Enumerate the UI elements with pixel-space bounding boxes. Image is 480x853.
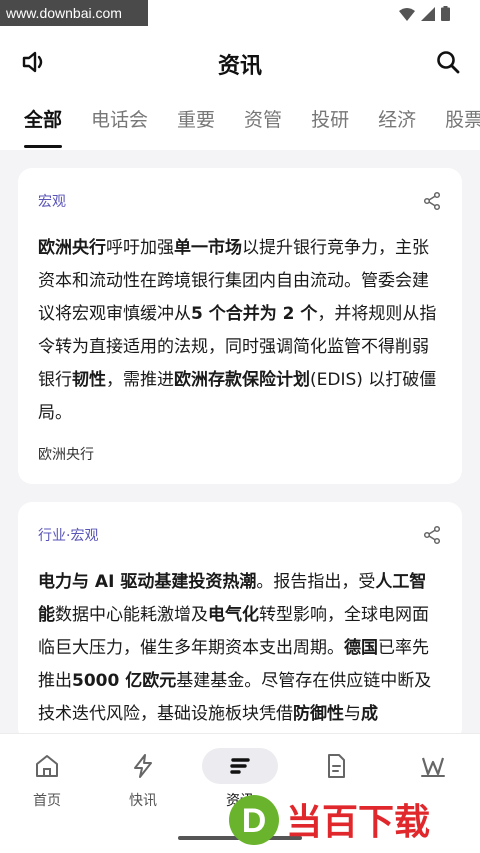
- nav-brand[interactable]: [393, 752, 473, 790]
- news-card[interactable]: 行业·宏观 电力与 AI 驱动基建投资热潮。报告指出，受人工智能数据中心能耗激增…: [18, 502, 462, 742]
- nav-label: 快讯: [129, 793, 157, 809]
- document-icon: [328, 754, 345, 778]
- body-text: 与: [344, 704, 361, 724]
- highlight-text: 德国: [344, 638, 378, 658]
- page-title: 资讯: [217, 54, 262, 79]
- highlight-text: 电力与 AI 驱动基建投资热潮: [38, 572, 257, 592]
- highlight-text: 单一市场: [174, 238, 242, 258]
- status-icons: [399, 6, 450, 21]
- tab-all[interactable]: 全部: [24, 98, 63, 150]
- news-card[interactable]: 宏观 欧洲央行呼吁加强单一市场以提升银行竞争力，主张资本和流动性在跨境银行集团内…: [18, 168, 462, 484]
- share-icon[interactable]: [422, 525, 442, 545]
- category-tag[interactable]: 行业·宏观: [38, 525, 98, 545]
- app-header: 资讯: [0, 28, 480, 98]
- wave-logo-icon: [421, 757, 445, 777]
- signal-icon: [421, 6, 435, 21]
- tab-conference-call[interactable]: 电话会: [91, 98, 148, 150]
- logo-text: 当百下载: [286, 802, 430, 843]
- body-text: 呼吁加强: [106, 238, 174, 258]
- body-text: ，需推进: [106, 370, 174, 390]
- highlight-text: 成: [361, 704, 378, 724]
- news-source: 欧洲央行: [38, 447, 94, 463]
- tab-economy[interactable]: 经济: [378, 98, 416, 150]
- nav-flash[interactable]: 快讯: [103, 752, 183, 810]
- download-site-logo: D 当百下载: [229, 795, 430, 845]
- highlight-text: 5 个合并为 2 个: [191, 304, 318, 324]
- body-text: 数据中心能耗激增及: [55, 605, 208, 625]
- highlight-text: 欧洲存款保险计划: [174, 370, 310, 390]
- highlight-text: 韧性: [72, 370, 106, 390]
- nav-documents[interactable]: [296, 752, 376, 790]
- category-tag[interactable]: 宏观: [38, 191, 66, 211]
- news-body: 电力与 AI 驱动基建投资热潮。报告指出，受人工智能数据中心能耗激增及电气化转型…: [38, 566, 442, 731]
- status-bar: www.downbai.com: [0, 0, 480, 28]
- highlight-text: 5000 亿欧元: [72, 671, 177, 691]
- home-icon: [36, 755, 58, 777]
- tab-important[interactable]: 重要: [177, 98, 215, 150]
- nav-label: 首页: [33, 793, 61, 809]
- news-body: 欧洲央行呼吁加强单一市场以提升银行竞争力，主张资本和流动性在跨境银行集团内自由流…: [38, 232, 442, 430]
- highlight-text: 电气化: [208, 605, 259, 625]
- site-watermark: www.downbai.com: [0, 0, 148, 26]
- wifi-icon: [399, 7, 415, 21]
- tab-asset-management[interactable]: 资管: [244, 98, 282, 150]
- body-text: 。报告指出，受: [256, 572, 376, 592]
- tab-research[interactable]: 投研: [311, 98, 349, 150]
- nav-home[interactable]: 首页: [7, 752, 87, 810]
- search-icon[interactable]: [432, 46, 464, 78]
- category-tabs: 全部 电话会 重要 资管 投研 经济 股票: [0, 98, 480, 150]
- logo-letter: D: [242, 802, 267, 840]
- news-feed: 宏观 欧洲央行呼吁加强单一市场以提升银行竞争力，主张资本和流动性在跨境银行集团内…: [18, 168, 462, 760]
- tab-stocks[interactable]: 股票: [445, 98, 480, 150]
- battery-icon: [441, 6, 450, 21]
- lightning-icon: [134, 754, 152, 778]
- share-icon[interactable]: [422, 191, 442, 211]
- highlight-text: 欧洲央行: [38, 238, 106, 258]
- highlight-text: 防御性: [293, 704, 344, 724]
- news-icon: [230, 758, 250, 774]
